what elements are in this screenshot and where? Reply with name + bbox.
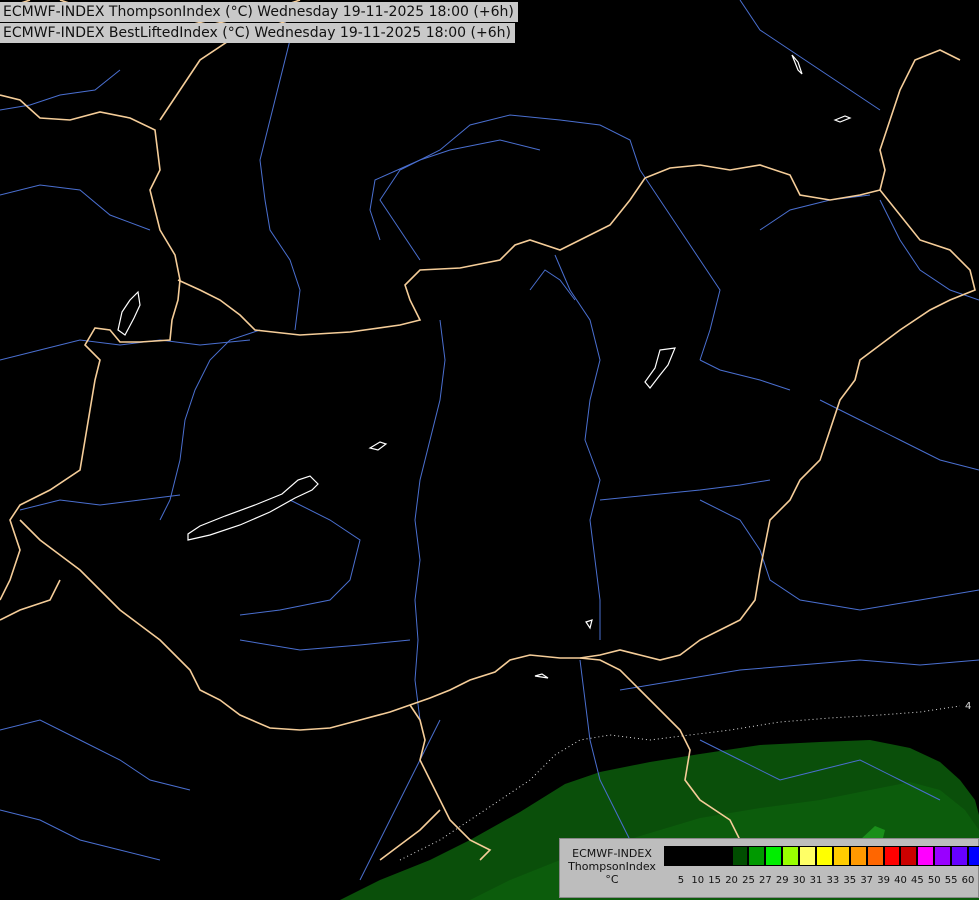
legend-parameter: ThompsonIndex [568, 860, 656, 873]
legend-swatch [680, 846, 698, 866]
legend-unit: °C [605, 873, 619, 886]
color-legend: ECMWF-INDEX ThompsonIndex °C 5 10 15 20 25 27… [559, 838, 979, 898]
legend-swatch [664, 846, 681, 866]
weather-map [0, 0, 979, 900]
legend-swatches [664, 846, 979, 866]
legend-tick-label: 35 [843, 875, 857, 886]
legend-swatch [883, 846, 901, 866]
legend-tick-label: 31 [809, 875, 823, 886]
legend-tick-label: 50 [927, 875, 941, 886]
legend-title: ECMWF-INDEX ThompsonIndex °C [564, 847, 660, 886]
legend-swatch [731, 846, 749, 866]
legend-swatch [765, 846, 783, 866]
legend-tick-label: 33 [826, 875, 840, 886]
legend-swatch [900, 846, 918, 866]
legend-tick-spacer [664, 875, 672, 886]
legend-tick-label: 30 [792, 875, 806, 886]
legend-swatch [782, 846, 800, 866]
legend-tick-label: 37 [860, 875, 874, 886]
legend-swatch [832, 846, 850, 866]
legend-swatch [866, 846, 884, 866]
legend-tick-label: 29 [775, 875, 789, 886]
legend-swatch [917, 846, 935, 866]
isoline-label: 4 [965, 701, 972, 712]
legend-swatch [849, 846, 867, 866]
legend-swatch [951, 846, 969, 866]
legend-swatch [697, 846, 715, 866]
legend-tick-label: 25 [742, 875, 755, 886]
legend-ticks: 5 10 15 20 25 27 29 30 31 33 35 37 39 40 45 50 55 60 [664, 875, 976, 886]
legend-swatch [934, 846, 952, 866]
legend-swatch [714, 846, 732, 866]
map-title-secondary: ECMWF-INDEX BestLiftedIndex (°C) Wednesd… [0, 23, 515, 43]
legend-tick-label: 55 [944, 875, 958, 886]
legend-tick-label: 5 [677, 875, 685, 886]
legend-swatch [799, 846, 817, 866]
legend-tick-label: 60 [961, 875, 975, 886]
legend-swatch [748, 846, 766, 866]
legend-swatch [816, 846, 833, 866]
map-title-primary: ECMWF-INDEX ThompsonIndex (°C) Wednesday… [0, 2, 518, 22]
legend-tick-label: 27 [758, 875, 772, 886]
legend-swatch [968, 846, 979, 866]
legend-tick-label: 39 [877, 875, 890, 886]
legend-tick-label: 10 [691, 875, 705, 886]
legend-model: ECMWF-INDEX [572, 847, 652, 860]
legend-tick-label: 15 [708, 875, 722, 886]
legend-tick-label: 40 [894, 875, 907, 886]
legend-tick-label: 20 [725, 875, 738, 886]
legend-tick-label: 45 [910, 875, 924, 886]
